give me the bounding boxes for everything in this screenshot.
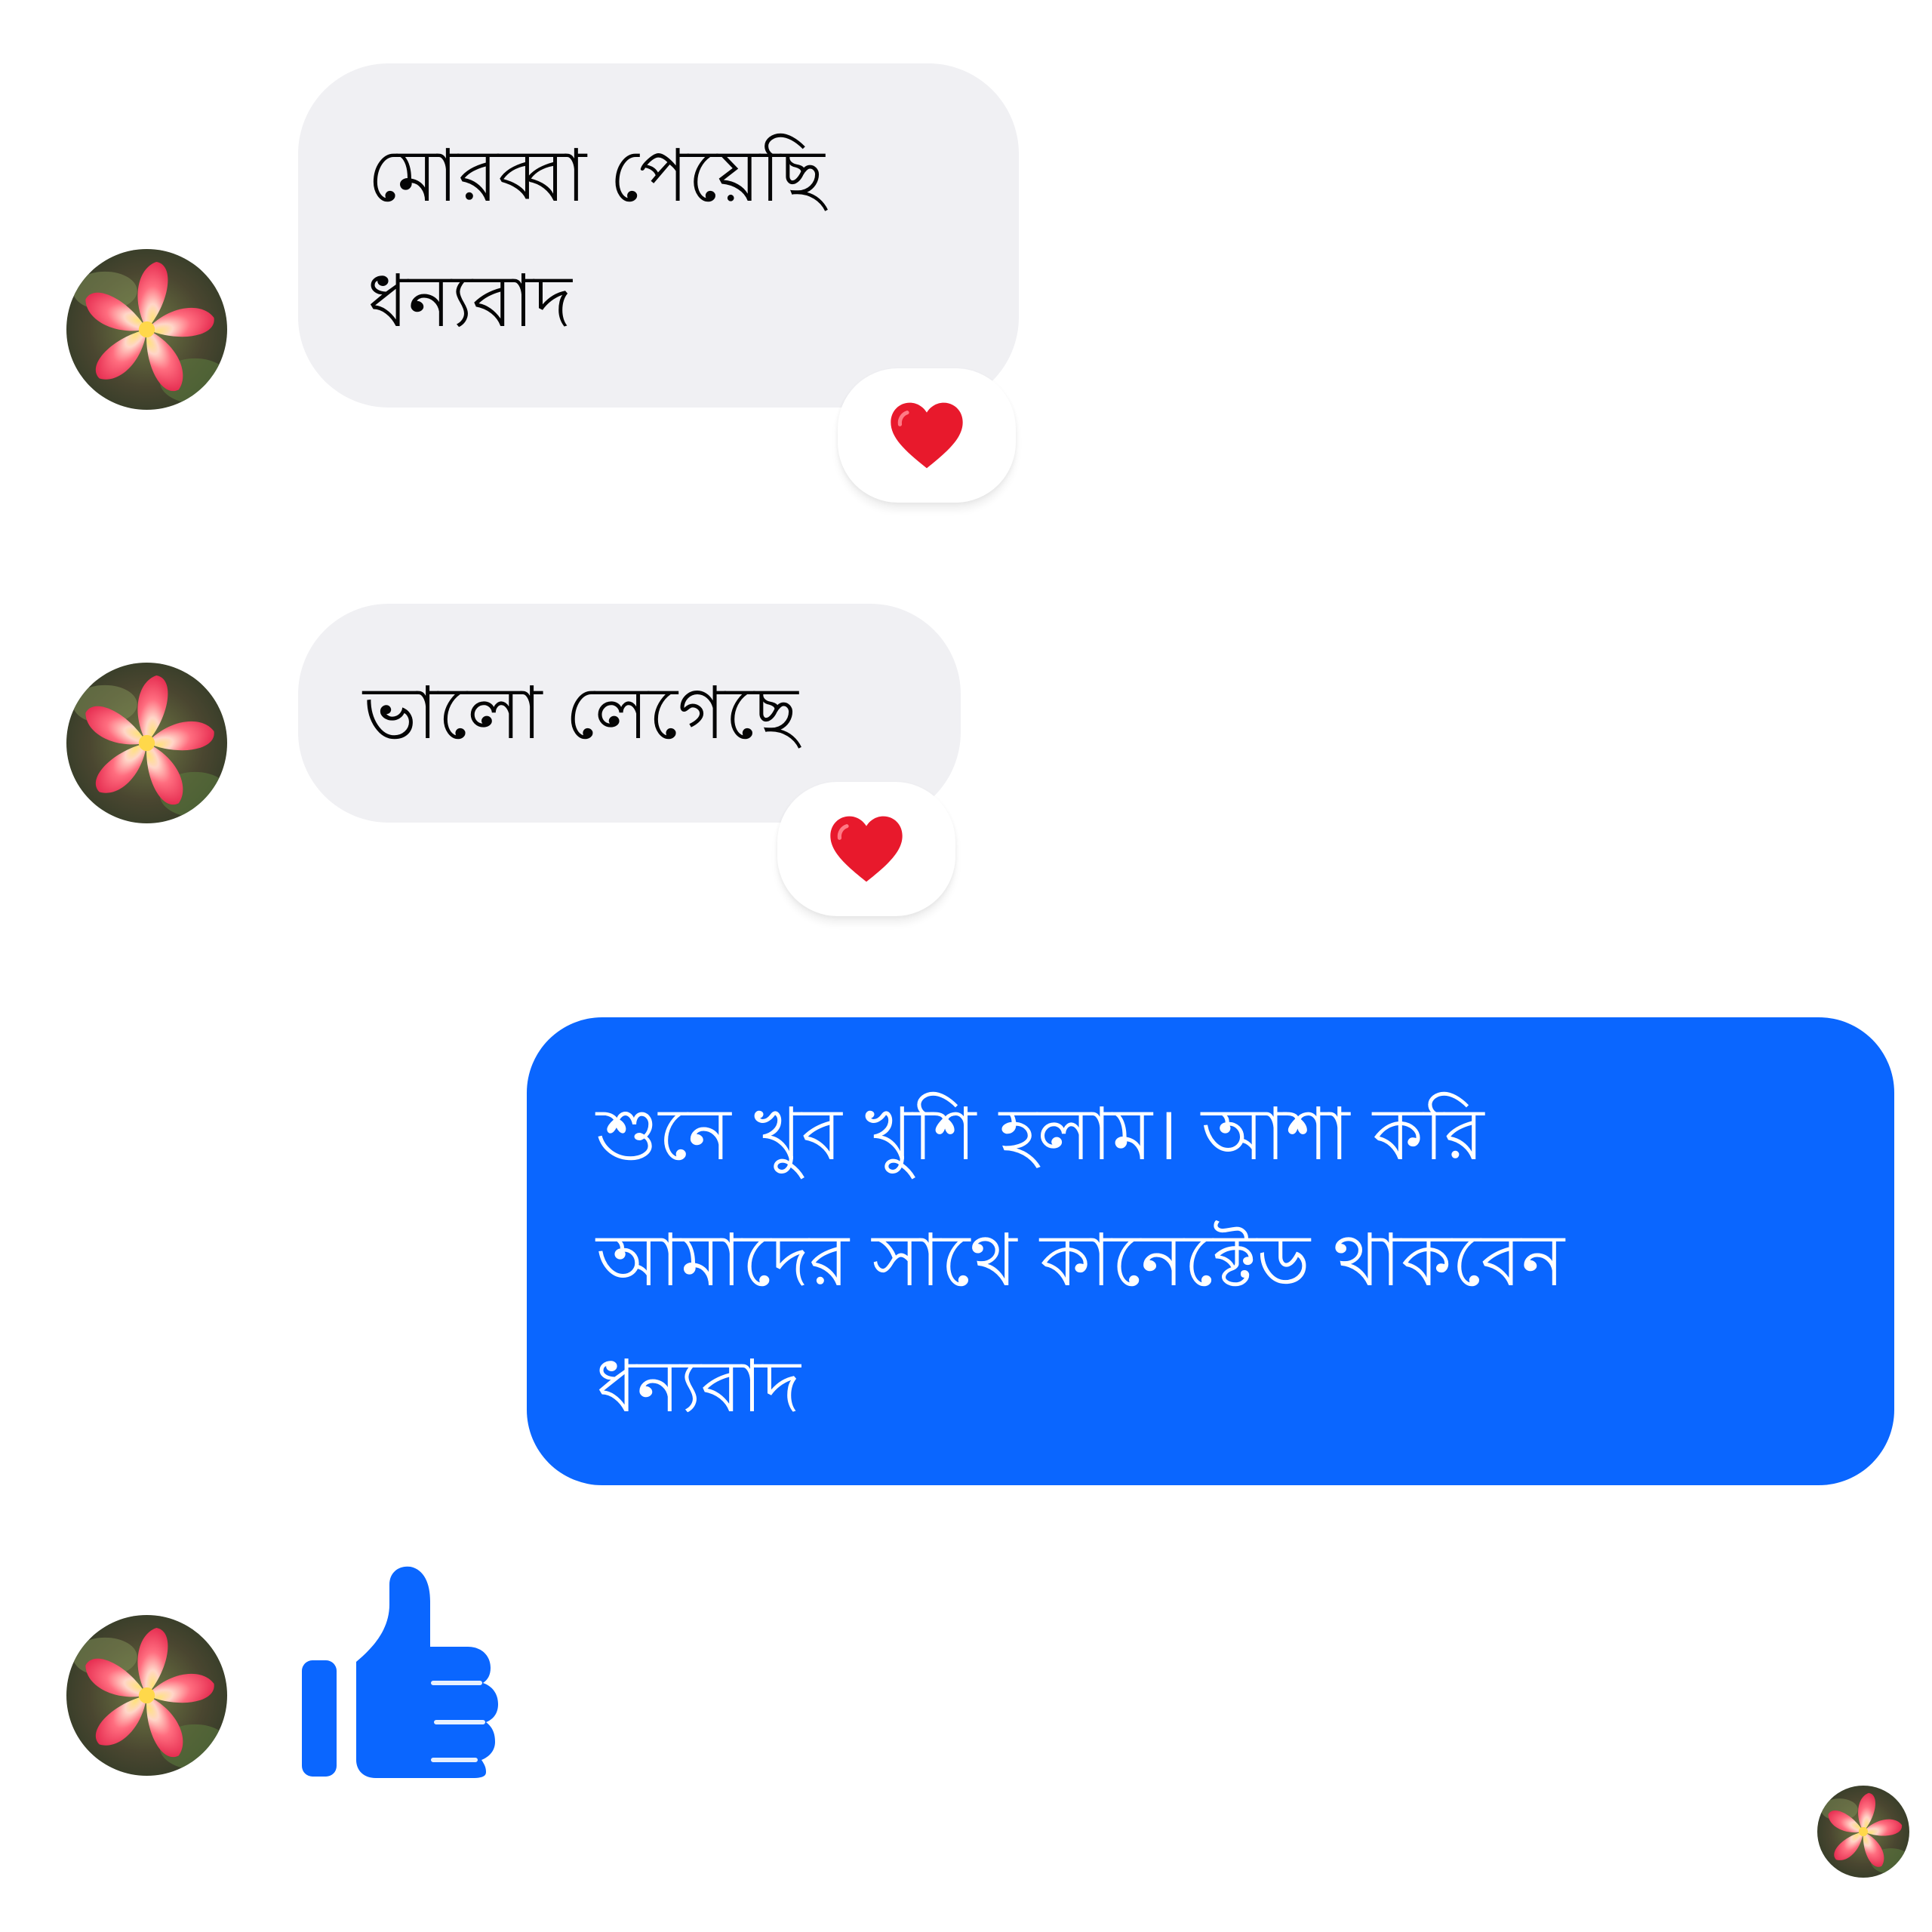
contact-avatar[interactable] — [66, 249, 227, 410]
flower-avatar-icon — [66, 663, 227, 823]
contact-avatar[interactable] — [66, 1615, 227, 1776]
heart-reaction[interactable] — [838, 368, 1016, 503]
contact-avatar[interactable] — [66, 663, 227, 823]
thumbs-up-icon[interactable] — [300, 1565, 503, 1778]
outgoing-message-bubble[interactable]: শুনে খুব খুশি হলাম। আশা করি আমাদের সাথে … — [527, 1017, 1894, 1485]
heart-icon — [891, 402, 963, 469]
incoming-message-bubble[interactable]: মোরব্বা পেয়েছি ধন্যবাদ — [298, 63, 1019, 408]
heart-icon — [830, 816, 903, 882]
heart-reaction[interactable] — [777, 782, 955, 916]
seen-indicator-avatar — [1817, 1786, 1909, 1878]
flower-avatar-icon — [1817, 1786, 1909, 1878]
flower-avatar-icon — [66, 249, 227, 410]
flower-avatar-icon — [66, 1615, 227, 1776]
